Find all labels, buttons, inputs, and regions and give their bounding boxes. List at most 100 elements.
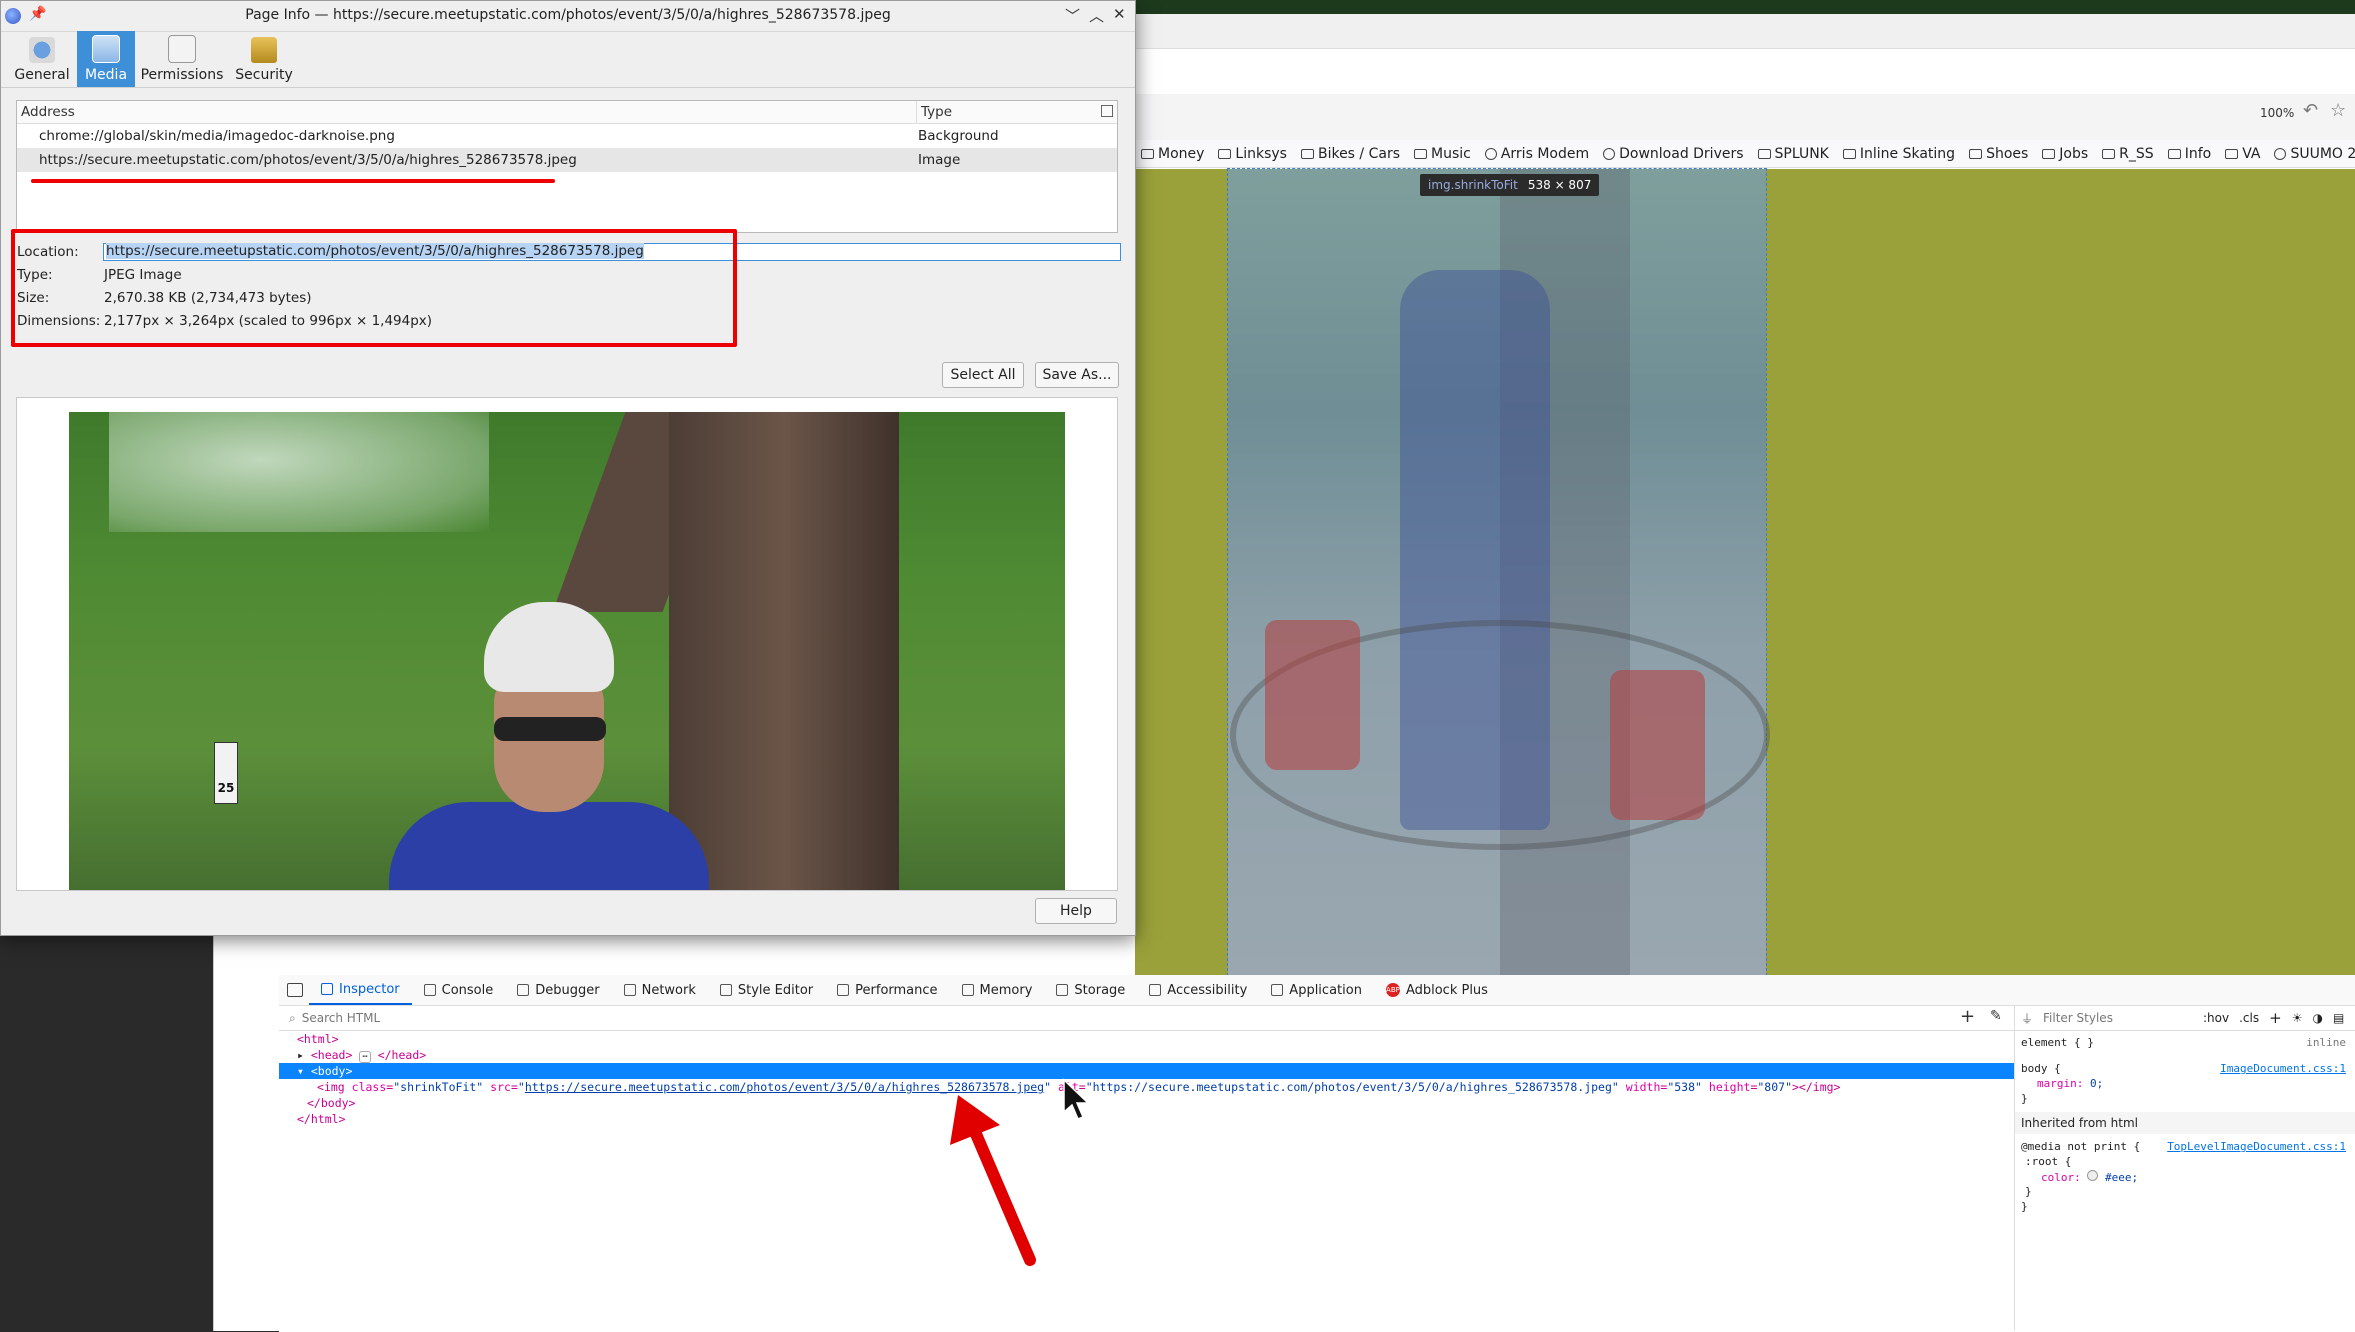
bookmark-item[interactable]: VA xyxy=(2225,146,2260,162)
bookmark-label: R_SS xyxy=(2119,145,2154,162)
tree-node-img[interactable]: <img class="shrinkToFit" src="https://se… xyxy=(279,1079,2014,1095)
column-type[interactable]: Type xyxy=(921,104,952,120)
close-icon[interactable]: ✕ xyxy=(1113,5,1126,23)
attr-width-value[interactable]: "538" xyxy=(1667,1080,1702,1094)
select-all-button[interactable]: Select All xyxy=(942,362,1024,388)
color-value[interactable]: #eee; xyxy=(2105,1171,2138,1184)
print-icon[interactable]: ▤ xyxy=(2333,1011,2344,1025)
devtools-tab-console[interactable]: Console xyxy=(412,975,506,1005)
save-as-button[interactable]: Save As... xyxy=(1035,362,1119,388)
bookmark-label: Arris Modem xyxy=(1500,145,1590,162)
bookmark-item[interactable]: Music xyxy=(1414,146,1471,162)
tree-node-body-close[interactable]: </body> xyxy=(279,1095,2014,1111)
reader-icon[interactable]: ↶ xyxy=(2303,100,2318,121)
body-rule-selector[interactable]: body { ImageDocument.css:1 xyxy=(2021,1062,2350,1075)
zoom-level[interactable]: 100% xyxy=(2260,106,2294,120)
folder-icon xyxy=(1757,148,1771,159)
media-row-selected[interactable]: https://secure.meetupstatic.com/photos/e… xyxy=(17,148,1117,172)
tree-node-html[interactable]: <html> xyxy=(279,1031,2014,1047)
devtools-tab-storage[interactable]: Storage xyxy=(1044,975,1137,1005)
tree-node-html-close[interactable]: </html> xyxy=(279,1111,2014,1127)
element-rule[interactable]: element { } inline xyxy=(2021,1036,2350,1049)
bookmark-item[interactable]: R_SS xyxy=(2102,146,2154,162)
devtools-tab-style-editor[interactable]: Style Editor xyxy=(708,975,825,1005)
tree-node-head[interactable]: ▸ <head> ⋯ </head> xyxy=(279,1047,2014,1063)
bookmark-star-icon[interactable]: ☆ xyxy=(2330,100,2346,121)
devtools-tab-application[interactable]: Application xyxy=(1259,975,1374,1005)
bookmark-item[interactable]: SUUMO 2LDK/4 xyxy=(2274,146,2355,162)
expand-arrow-icon[interactable]: ▸ xyxy=(297,1048,311,1062)
tab-media-label: Media xyxy=(84,67,128,83)
color-swatch[interactable] xyxy=(2087,1170,2099,1181)
tab-media[interactable]: Media xyxy=(77,31,135,87)
tab-general[interactable]: General xyxy=(13,31,71,87)
attr-class-value[interactable]: "shrinkToFit" xyxy=(393,1080,483,1094)
page-info-dialog: 📌 Page Info — https://secure.meetupstati… xyxy=(0,0,1136,936)
maximize-icon[interactable]: ︿ xyxy=(1089,5,1104,26)
inherited-header: Inherited from html xyxy=(2015,1112,2355,1134)
application-icon xyxy=(1271,984,1284,996)
search-html-field[interactable]: ⌕ Search HTML xyxy=(279,1006,2014,1031)
hov-toggle[interactable]: :hov xyxy=(2203,1011,2229,1025)
attr-height-value[interactable]: "807" xyxy=(1757,1080,1792,1094)
bookmark-item[interactable]: Info xyxy=(2167,145,2212,162)
browser-tabbar xyxy=(1135,14,2355,49)
bookmark-label: Bikes / Cars xyxy=(1317,145,1400,162)
root-selector[interactable]: :root { xyxy=(2025,1155,2071,1168)
bookmark-label: Info xyxy=(2184,145,2212,162)
bookmark-label: Jobs xyxy=(2059,145,2089,162)
media-row[interactable]: chrome://global/skin/media/imagedoc-dark… xyxy=(17,124,1117,148)
bookmark-label: Inline Skating xyxy=(1859,145,1956,162)
column-picker-icon[interactable] xyxy=(1101,105,1113,117)
help-button[interactable]: Help xyxy=(1035,898,1117,924)
rules-toolbar: ⏚ Filter Styles :hov .cls + ☀ ◑ ▤ xyxy=(2015,1006,2355,1031)
tab-security[interactable]: Security xyxy=(229,31,299,87)
dark-theme-icon[interactable]: ◑ xyxy=(2312,1011,2322,1025)
light-theme-icon[interactable]: ☀ xyxy=(2292,1011,2303,1025)
minimize-icon[interactable]: ﹀ xyxy=(1065,5,1080,26)
bookmark-item[interactable]: Jobs xyxy=(2042,146,2088,162)
attr-alt-value[interactable]: "https://secure.meetupstatic.com/photos/… xyxy=(1086,1080,1619,1094)
color-declaration[interactable]: color: #eee; xyxy=(2041,1170,2138,1184)
bookmark-item[interactable]: Bikes / Cars xyxy=(1300,145,1400,162)
media-rule-source-link[interactable]: TopLevelImageDocument.css:1 xyxy=(2167,1140,2346,1153)
bookmark-item[interactable]: Download Drivers xyxy=(1603,146,1744,162)
devtools-tab-debugger[interactable]: Debugger xyxy=(505,975,611,1005)
annotation-box xyxy=(11,229,737,347)
tree-node-body[interactable]: ▾ <body> xyxy=(279,1063,2014,1079)
filter-styles-input[interactable]: Filter Styles xyxy=(2043,1011,2193,1025)
bookmark-item[interactable]: SPLUNK xyxy=(1757,146,1829,162)
devtools-tab-performance[interactable]: Performance xyxy=(825,975,949,1005)
root-selector-text: :root xyxy=(2025,1155,2059,1168)
column-divider[interactable] xyxy=(916,101,917,123)
bookmark-item[interactable]: Money xyxy=(1141,146,1204,162)
bookmark-item[interactable]: Arris Modem xyxy=(1484,145,1590,162)
margin-value[interactable]: 0; xyxy=(2090,1077,2103,1090)
margin-declaration[interactable]: margin: 0; xyxy=(2037,1077,2103,1090)
collapse-arrow-icon[interactable]: ▾ xyxy=(297,1064,311,1078)
tab-permissions-label: Permissions xyxy=(140,67,224,83)
devtools-tab-network[interactable]: Network xyxy=(612,975,708,1005)
add-node-icon[interactable]: + xyxy=(1960,1006,1975,1027)
eyedropper-icon[interactable]: ✎ xyxy=(1990,1008,2002,1024)
add-rule-icon[interactable]: + xyxy=(2269,1009,2282,1027)
bookmark-label: Linksys xyxy=(1235,145,1287,162)
devtools-tab-inspector[interactable]: Inspector xyxy=(309,975,412,1005)
cls-toggle[interactable]: .cls xyxy=(2239,1011,2259,1025)
devtools-tab-memory[interactable]: Memory xyxy=(950,975,1045,1005)
bookmark-item[interactable]: Inline Skating xyxy=(1842,145,1956,162)
body-rule-source-link[interactable]: ImageDocument.css:1 xyxy=(2220,1062,2346,1075)
devtools-tab-accessibility[interactable]: Accessibility xyxy=(1137,975,1259,1005)
devtools-tab-adblock-plus[interactable]: ABP Adblock Plus xyxy=(1374,975,1500,1005)
collapsed-badge[interactable]: ⋯ xyxy=(359,1051,371,1063)
dialog-title: Page Info — https://secure.meetupstatic.… xyxy=(245,7,891,23)
media-list-header: Address Type xyxy=(17,101,1117,124)
column-address[interactable]: Address xyxy=(21,104,75,120)
folder-icon xyxy=(1842,148,1856,159)
tab-permissions[interactable]: Permissions xyxy=(141,31,223,87)
photo-face xyxy=(494,672,604,812)
bookmark-item[interactable]: Shoes xyxy=(1969,146,2028,162)
bookmark-item[interactable]: Linksys xyxy=(1218,146,1287,162)
media-rule[interactable]: @media not print { TopLevelImageDocument… xyxy=(2021,1140,2350,1153)
element-picker-icon[interactable] xyxy=(287,983,303,997)
